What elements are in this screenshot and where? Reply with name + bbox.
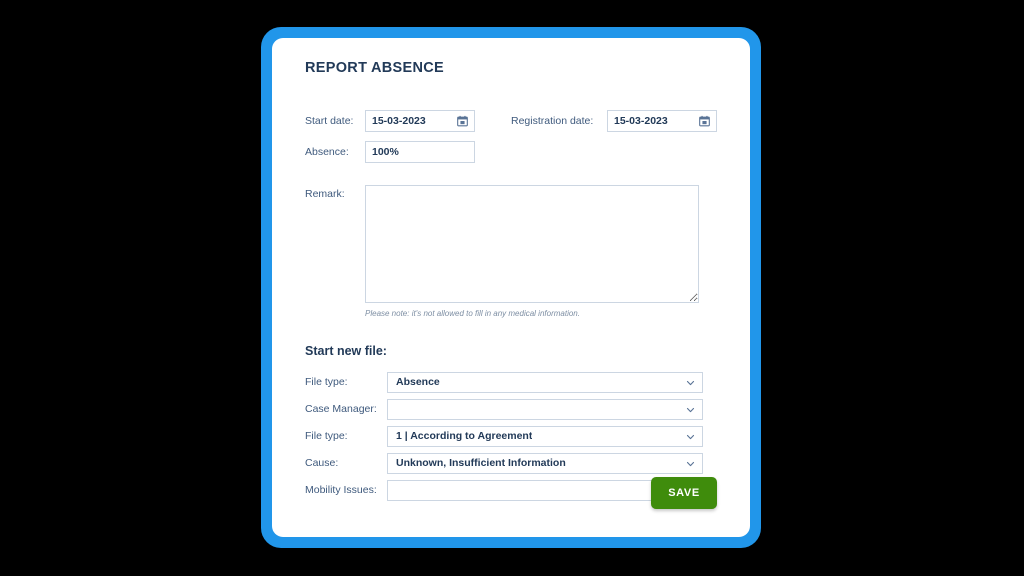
cause-label: Cause: [305, 457, 339, 470]
file-type-primary-select[interactable]: Absence [387, 372, 703, 393]
cause-select[interactable]: Unknown, Insufficient Information [387, 453, 703, 474]
mobility-issues-label: Mobility Issues: [305, 484, 377, 497]
save-button-container: SAVE [651, 477, 717, 509]
chevron-down-icon[interactable] [686, 378, 695, 387]
file-type-secondary-value: 1 | According to Agreement [396, 431, 533, 442]
start-date-row: Start date: 15-03-2023 Registration date… [305, 110, 717, 132]
case-manager-row: Case Manager: [305, 399, 717, 420]
start-date-input[interactable]: 15-03-2023 [365, 110, 475, 132]
screen-root: REPORT ABSENCE Start date: 15-03-2023 Re… [0, 0, 1024, 576]
report-absence-card: REPORT ABSENCE Start date: 15-03-2023 Re… [272, 38, 750, 537]
file-type-secondary-select[interactable]: 1 | According to Agreement [387, 426, 703, 447]
file-type-primary-row: File type: Absence [305, 372, 717, 393]
remark-note: Please note: it's not allowed to fill in… [365, 309, 580, 318]
start-new-file-title: Start new file: [305, 344, 387, 358]
save-button[interactable]: SAVE [651, 477, 717, 509]
registration-date-input[interactable]: 15-03-2023 [607, 110, 717, 132]
start-date-label: Start date: [305, 114, 354, 127]
case-manager-label: Case Manager: [305, 403, 377, 416]
start-date-value: 15-03-2023 [372, 114, 426, 127]
remark-row: Remark: [305, 185, 717, 303]
registration-date-value: 15-03-2023 [614, 114, 668, 127]
absence-row: Absence: 100% [305, 141, 717, 163]
calendar-icon[interactable] [699, 115, 710, 127]
dialog-blue-frame: REPORT ABSENCE Start date: 15-03-2023 Re… [261, 27, 761, 548]
chevron-down-icon[interactable] [686, 432, 695, 441]
chevron-down-icon[interactable] [686, 405, 695, 414]
chevron-down-icon[interactable] [686, 459, 695, 468]
file-type-primary-value: Absence [396, 377, 440, 388]
registration-date-label: Registration date: [511, 114, 594, 127]
absence-label: Absence: [305, 145, 349, 158]
absence-input[interactable]: 100% [365, 141, 475, 163]
cause-row: Cause: Unknown, Insufficient Information [305, 453, 717, 474]
cause-value: Unknown, Insufficient Information [396, 458, 566, 469]
absence-value: 100% [372, 145, 399, 158]
page-title: REPORT ABSENCE [305, 60, 445, 76]
file-type-secondary-label: File type: [305, 430, 348, 443]
case-manager-select[interactable] [387, 399, 703, 420]
remark-textarea[interactable] [365, 185, 699, 303]
file-type-primary-label: File type: [305, 376, 348, 389]
file-type-secondary-row: File type: 1 | According to Agreement [305, 426, 717, 447]
remark-label: Remark: [305, 188, 345, 200]
top-form-group: Start date: 15-03-2023 Registration date… [305, 110, 717, 163]
calendar-icon[interactable] [457, 115, 468, 127]
